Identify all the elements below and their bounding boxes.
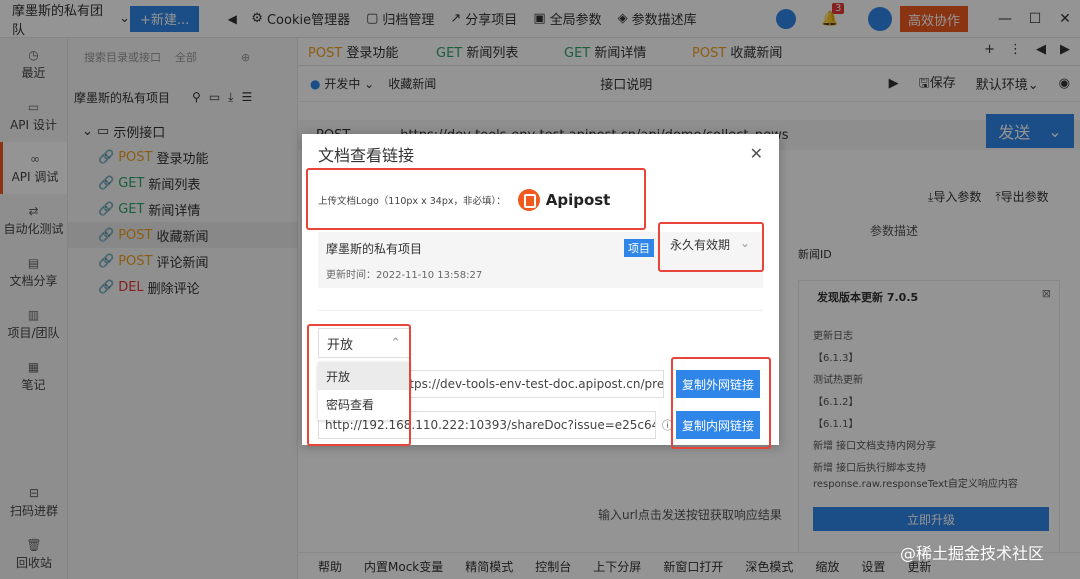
modal-title: 文档查看链接 <box>318 146 415 165</box>
divider <box>318 310 763 311</box>
highlight-box <box>306 168 646 230</box>
highlight-box <box>658 222 764 272</box>
highlight-box <box>671 357 771 449</box>
update-time: 更新时间：2022-11-10 13:58:27 <box>326 270 483 281</box>
highlight-box <box>307 324 411 446</box>
close-icon[interactable]: ✕ <box>750 144 763 163</box>
watermark: @稀土掘金技术社区 <box>900 544 1045 563</box>
project-name: 摩墨斯的私有项目 <box>326 242 423 256</box>
project-tag: 项目 <box>624 239 654 257</box>
